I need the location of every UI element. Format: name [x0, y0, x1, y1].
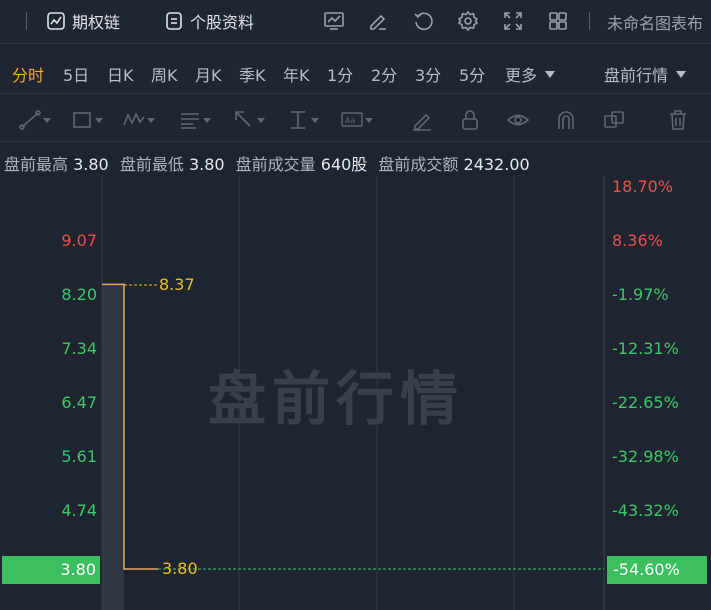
amount-label: 盘前成交额: [378, 155, 459, 174]
y-right-tick: -43.32%: [612, 501, 679, 520]
rectangle-tool[interactable]: [70, 108, 104, 132]
stock-profile-label: 个股资料: [190, 13, 255, 32]
divider: [589, 12, 590, 30]
y-right-tick: -32.98%: [612, 447, 679, 466]
y-left-tick: 4.74: [61, 501, 97, 520]
premarket-summary: 盘前最高 3.80 盘前最低 3.80 盘前成交量 640股 盘前成交额 243…: [4, 151, 536, 175]
layout-name[interactable]: 未命名图表布: [607, 10, 703, 34]
y-right-tick: 8.36%: [612, 231, 663, 250]
y-left-tick: 8.20: [61, 285, 97, 304]
divider: [26, 12, 27, 30]
lock-icon: [462, 110, 478, 130]
stock-profile-button[interactable]: 个股资料: [164, 8, 254, 34]
amount-value: 2432.00: [463, 155, 530, 174]
copy-drawing-button[interactable]: [602, 108, 636, 132]
volume-label: 盘前成交量: [235, 155, 316, 174]
text-box-icon: Aa: [341, 112, 363, 127]
y-right-tick: -1.97%: [612, 285, 669, 304]
tab-period-5day[interactable]: 5日: [63, 62, 89, 86]
lock-drawings-button[interactable]: [458, 108, 492, 132]
pattern-tool[interactable]: [122, 108, 156, 132]
y-right-tick: -22.65%: [612, 393, 679, 412]
tab-period-5min[interactable]: 5分: [459, 62, 485, 86]
tab-period-1min[interactable]: 1分: [327, 62, 353, 86]
fibonacci-icon: [181, 113, 199, 129]
layout-grid-icon[interactable]: [546, 9, 570, 33]
brush-tool[interactable]: [410, 108, 444, 132]
low-value: 3.80: [188, 155, 225, 174]
toggle-visibility-button[interactable]: [506, 108, 540, 132]
end-price-label: 3.80: [162, 559, 198, 578]
high-value: 3.80: [73, 155, 109, 174]
chevron-down-icon: [545, 71, 556, 78]
session-select-label: 盘前行情: [604, 66, 669, 85]
trash-icon: [670, 110, 686, 130]
measure-tool[interactable]: [286, 108, 320, 132]
y-left-tick: 9.07: [61, 231, 97, 250]
tab-period-intraday[interactable]: 分时: [12, 62, 44, 86]
tab-period-quarterly[interactable]: 季K: [239, 62, 266, 86]
svg-text:Aa: Aa: [345, 116, 355, 125]
refresh-icon[interactable]: [411, 9, 435, 33]
rectangle-icon: [73, 112, 91, 128]
trend-line-tool[interactable]: [18, 108, 52, 132]
current-price-badge: 3.80: [2, 556, 100, 584]
text-annotation-tool[interactable]: Aa: [340, 108, 374, 132]
measure-icon: [291, 111, 305, 129]
current-change-badge: -54.60%: [607, 556, 707, 584]
volume-bar: [102, 285, 124, 610]
y-right-tick: 18.70%: [612, 177, 674, 196]
tab-period-daily[interactable]: 日K: [107, 62, 134, 86]
watermark: 盘前行情: [208, 365, 465, 433]
y-left-tick: 7.34: [61, 339, 97, 358]
more-label: 更多: [505, 66, 538, 85]
tab-period-monthly[interactable]: 月K: [195, 62, 222, 86]
y-left-tick: 6.47: [61, 393, 97, 412]
tab-period-3min[interactable]: 3分: [415, 62, 441, 86]
trend-line-icon: [19, 110, 41, 130]
low-label: 盘前最低: [119, 155, 184, 174]
settings-gear-icon[interactable]: [456, 9, 480, 33]
chevron-down-icon: [676, 71, 687, 78]
copy-icon: [604, 111, 624, 128]
high-label: 盘前最高: [4, 155, 69, 174]
edit-icon[interactable]: [366, 9, 390, 33]
magnet-icon: [558, 111, 574, 129]
document-icon: [166, 12, 182, 30]
fibonacci-tool[interactable]: [178, 108, 212, 132]
wave-pattern-icon: [123, 112, 145, 126]
tab-period-yearly[interactable]: 年K: [283, 62, 310, 86]
arrow-tool[interactable]: [232, 108, 266, 132]
y-right-tick: -12.31%: [612, 339, 679, 358]
chart-box-icon: [47, 12, 65, 30]
price-chart[interactable]: 盘前行情 9.07 8.20 7.34 6.47 5.61 4.74 18.70…: [0, 175, 711, 610]
options-chain-label: 期权链: [72, 13, 121, 32]
top-toolbar: 期权链 个股资料 未命名图表布: [0, 0, 711, 44]
delete-drawings-button[interactable]: [666, 108, 700, 132]
period-tabs: 分时 5日 日K 周K 月K 季K 年K 1分 2分 3分 5分 更多 盘前行情: [0, 50, 711, 94]
magnet-button[interactable]: [554, 108, 588, 132]
fullscreen-icon[interactable]: [501, 9, 525, 33]
volume-value: 640股: [320, 155, 368, 174]
tab-period-more[interactable]: 更多: [505, 62, 556, 86]
tab-period-weekly[interactable]: 周K: [151, 62, 178, 86]
drawing-toolbar: Aa: [0, 98, 711, 142]
pencil-icon: [413, 113, 431, 131]
arrow-icon: [235, 111, 251, 127]
start-price-label: 8.37: [159, 275, 195, 294]
indicator-icon[interactable]: [322, 9, 346, 33]
session-select[interactable]: 盘前行情: [604, 62, 687, 86]
tab-period-2min[interactable]: 2分: [371, 62, 397, 86]
eye-icon: [506, 114, 530, 126]
options-chain-button[interactable]: 期权链: [46, 8, 120, 34]
y-left-tick: 5.61: [61, 447, 97, 466]
